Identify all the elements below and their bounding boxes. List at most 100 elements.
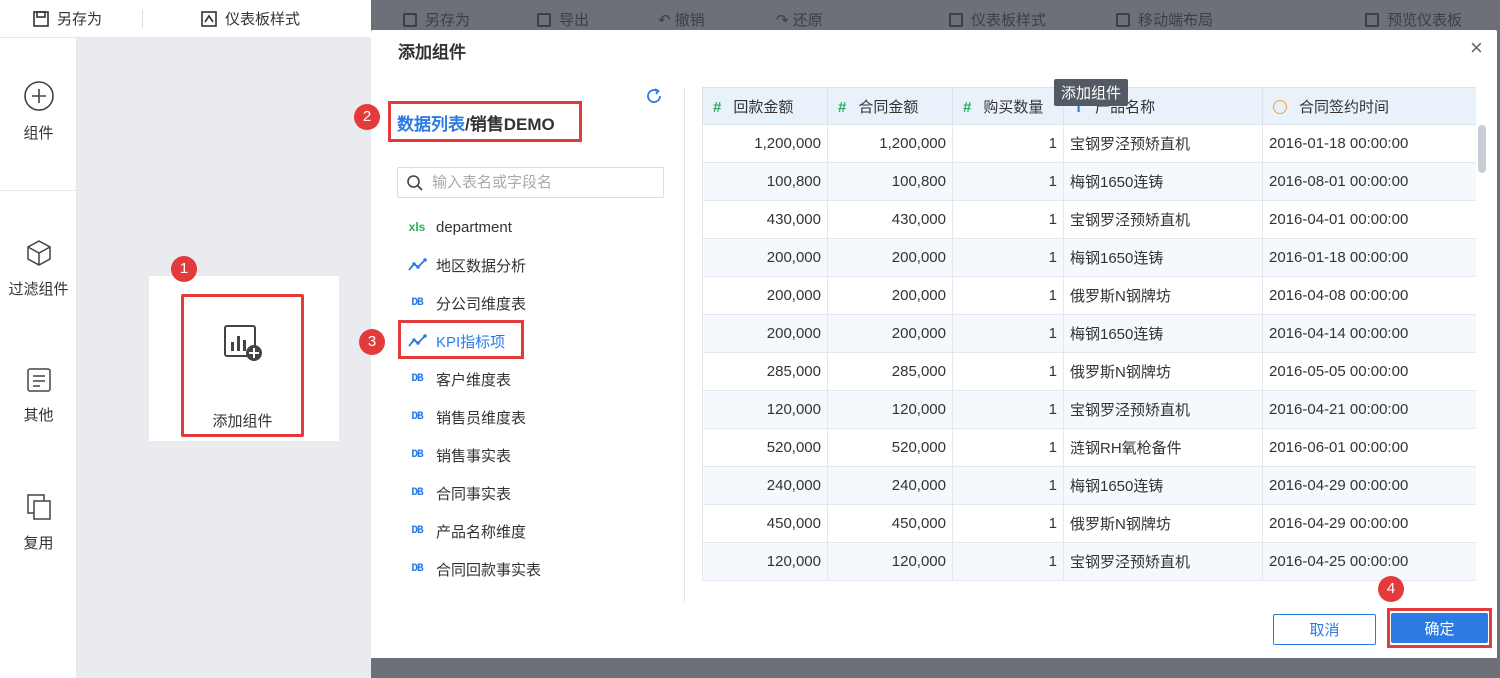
tree-item-label: 销售员维度表 bbox=[436, 409, 527, 427]
tree-item-department[interactable]: xls department bbox=[406, 216, 512, 238]
table-cell: 1 bbox=[952, 162, 1064, 201]
table-cell: 宝钢罗泾预矫直机 bbox=[1063, 542, 1263, 581]
document-icon bbox=[26, 368, 51, 392]
table-cell: 梅钢1650连铸 bbox=[1063, 238, 1263, 277]
table-cell: 1 bbox=[952, 124, 1064, 163]
db-icon: DB bbox=[411, 411, 423, 423]
left-sidebar: 组件 过滤组件 其他 复用 bbox=[0, 38, 77, 678]
save-icon bbox=[33, 10, 49, 27]
sidebar-item-label: 过滤组件 bbox=[8, 281, 69, 298]
sidebar-item-label: 复用 bbox=[23, 535, 54, 552]
table-cell: 520,000 bbox=[827, 428, 953, 467]
tree-item-kpi[interactable]: KPI指标项 bbox=[406, 330, 505, 352]
table-cell: 120,000 bbox=[827, 390, 953, 429]
table-cell: 2016-08-01 00:00:00 bbox=[1262, 162, 1476, 201]
sidebar-item-widget[interactable]: 组件 bbox=[0, 80, 77, 143]
tree-item-region-analysis[interactable]: 地区数据分析 bbox=[406, 254, 526, 276]
table-cell: 120,000 bbox=[702, 390, 828, 429]
table-row: 100,800 100,800 1 梅钢1650连铸 2016-08-01 00:00:… bbox=[702, 162, 1476, 201]
table-row: 430,000 430,000 1 宝钢罗泾预矫直机 2016-04-01 00:00:… bbox=[702, 200, 1476, 239]
step-badge-3: 3 bbox=[359, 329, 385, 355]
table-cell: 450,000 bbox=[702, 504, 828, 543]
table-cell: 2016-04-21 00:00:00 bbox=[1262, 390, 1476, 429]
table-row: 450,000 450,000 1 俄罗斯N钢牌坊 2016-04-29 00:00:0… bbox=[702, 504, 1476, 543]
add-widget-dialog: 添加组件 × 添加组件 数据列表/销售DEMO xls department 地区… bbox=[371, 30, 1497, 658]
data-preview-table: # 回款金额 # 合同金额 # 购买数量 T 产品名称 合同签约时间 1,200,000… bbox=[702, 87, 1476, 622]
table-cell: 2016-04-25 00:00:00 bbox=[1262, 542, 1476, 581]
analysis-icon bbox=[406, 258, 428, 272]
sidebar-item-filter[interactable]: 过滤组件 bbox=[0, 238, 77, 299]
breadcrumb-link-data-list[interactable]: 数据列表 bbox=[397, 115, 465, 134]
close-icon[interactable]: × bbox=[1470, 37, 1483, 59]
tree-item-payment-fact[interactable]: DB 合同回款事实表 bbox=[406, 558, 541, 580]
table-cell: 200,000 bbox=[702, 314, 828, 353]
cancel-button[interactable]: 取消 bbox=[1273, 614, 1376, 645]
tree-item-contract-fact[interactable]: DB 合同事实表 bbox=[406, 482, 511, 504]
table-cell: 1 bbox=[952, 390, 1064, 429]
table-cell: 2016-04-29 00:00:00 bbox=[1262, 466, 1476, 505]
db-icon: DB bbox=[411, 373, 423, 385]
tree-item-label: 合同回款事实表 bbox=[436, 561, 542, 579]
sidebar-divider bbox=[0, 190, 77, 191]
table-scrollbar[interactable] bbox=[1478, 125, 1486, 173]
table-row: 120,000 120,000 1 宝钢罗泾预矫直机 2016-04-25 00:00:… bbox=[702, 542, 1476, 581]
table-cell: 俄罗斯N钢牌坊 bbox=[1063, 352, 1263, 391]
bg-undo: ↶ 撤销 bbox=[658, 11, 705, 30]
db-icon: DB bbox=[411, 487, 423, 499]
bg-dashboard-style: 仪表板样式 bbox=[949, 9, 1046, 30]
table-cell: 1 bbox=[952, 200, 1064, 239]
refresh-icon[interactable] bbox=[645, 87, 663, 105]
tree-item-label: 合同事实表 bbox=[436, 485, 512, 503]
dashboard-style-button[interactable]: 仪表板样式 bbox=[200, 0, 300, 37]
tree-item-customer-dimension[interactable]: DB 客户维度表 bbox=[406, 368, 511, 390]
panel-divider bbox=[684, 87, 685, 603]
table-cell: 1,200,000 bbox=[827, 124, 953, 163]
column-header[interactable]: 合同签约时间 bbox=[1262, 87, 1476, 125]
step-badge-1: 1 bbox=[171, 256, 197, 282]
tree-item-label: KPI指标项 bbox=[436, 333, 506, 351]
tree-item-label: department bbox=[436, 218, 512, 236]
bg-redo: ↷ 还原 bbox=[776, 11, 823, 30]
table-cell: 200,000 bbox=[827, 314, 953, 353]
confirm-button[interactable]: 确定 bbox=[1391, 613, 1488, 643]
table-cell: 120,000 bbox=[827, 542, 953, 581]
table-cell: 宝钢罗泾预矫直机 bbox=[1063, 124, 1263, 163]
table-row: 200,000 200,000 1 梅钢1650连铸 2016-04-14 00:00:… bbox=[702, 314, 1476, 353]
table-cell: 430,000 bbox=[827, 200, 953, 239]
bg-save-as: 另存为 bbox=[403, 9, 470, 30]
table-cell: 240,000 bbox=[702, 466, 828, 505]
column-header[interactable]: # 回款金额 bbox=[702, 87, 828, 125]
table-row: 200,000 200,000 1 俄罗斯N钢牌坊 2016-04-08 00:00:0… bbox=[702, 276, 1476, 315]
clock-icon bbox=[1273, 99, 1287, 114]
sidebar-item-label: 其他 bbox=[23, 407, 54, 424]
save-as-button[interactable]: 另存为 bbox=[32, 0, 102, 37]
table-cell: 2016-05-05 00:00:00 bbox=[1262, 352, 1476, 391]
top-toolbar: 另存为 仪表板样式 bbox=[0, 0, 371, 38]
table-cell: 1 bbox=[952, 238, 1064, 277]
column-header[interactable]: # 合同金额 bbox=[827, 87, 953, 125]
plus-circle-icon bbox=[23, 81, 54, 111]
table-row: 1,200,000 1,200,000 1 宝钢罗泾预矫直机 2016-01-18 00… bbox=[702, 124, 1476, 163]
sidebar-item-reuse[interactable]: 复用 bbox=[0, 492, 77, 553]
dashboard-canvas: 添加组件 bbox=[77, 38, 371, 678]
tree-item-label: 销售事实表 bbox=[436, 447, 512, 465]
add-widget-label: 添加组件 bbox=[212, 413, 273, 430]
search-input[interactable] bbox=[432, 174, 652, 191]
add-chart-icon bbox=[224, 325, 262, 361]
table-cell: 200,000 bbox=[702, 276, 828, 315]
dialog-title: 添加组件 bbox=[398, 43, 466, 62]
tree-item-branch-dimension[interactable]: DB 分公司维度表 bbox=[406, 292, 526, 314]
tree-item-product-dimension[interactable]: DB 产品名称维度 bbox=[406, 520, 526, 542]
table-cell: 宝钢罗泾预矫直机 bbox=[1063, 390, 1263, 429]
column-header[interactable]: # 购买数量 bbox=[952, 87, 1064, 125]
dashboard-style-label: 仪表板样式 bbox=[225, 11, 301, 28]
db-icon: DB bbox=[411, 563, 423, 575]
tree-item-label: 客户维度表 bbox=[436, 371, 512, 389]
tree-item-salesperson-dimension[interactable]: DB 销售员维度表 bbox=[406, 406, 526, 428]
tree-item-label: 地区数据分析 bbox=[436, 257, 527, 275]
table-cell: 俄罗斯N钢牌坊 bbox=[1063, 276, 1263, 315]
tree-item-sales-fact[interactable]: DB 销售事实表 bbox=[406, 444, 511, 466]
sidebar-item-other[interactable]: 其他 bbox=[0, 366, 77, 425]
table-cell: 200,000 bbox=[702, 238, 828, 277]
table-cell: 1 bbox=[952, 542, 1064, 581]
